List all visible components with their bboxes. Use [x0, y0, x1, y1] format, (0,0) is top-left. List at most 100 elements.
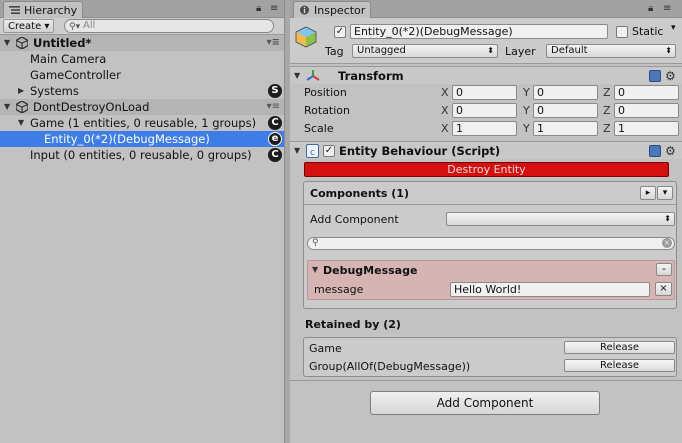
fold-arrow-icon[interactable]: ▼ — [4, 35, 10, 51]
row-label: GameController — [30, 68, 121, 82]
fold-arrow-icon[interactable]: ▼ — [294, 71, 300, 80]
retained-box: Game Release Group(AllOf(DebugMessage)) … — [303, 337, 677, 377]
fold-arrow-icon[interactable]: ▼ — [294, 146, 300, 155]
rotation-label: Rotation — [304, 104, 351, 117]
scale-z-field[interactable]: 1 — [614, 121, 679, 136]
axis-x-label: X — [441, 122, 449, 135]
rotation-x-field[interactable]: 0 — [452, 103, 517, 118]
entity-behaviour-header[interactable]: ▼ c ✓ Entity Behaviour (Script) ⚙ — [290, 141, 682, 159]
position-x-field[interactable]: 0 — [452, 85, 517, 100]
lock-icon[interactable]: 🔒︎ — [256, 3, 261, 14]
tab-inspector[interactable]: Inspector — [293, 1, 371, 18]
row-label: DontDestroyOnLoad — [33, 100, 150, 114]
row-label: Entity_0(*2)(DebugMessage) — [44, 132, 210, 146]
component-search-input[interactable]: ⚲ × — [307, 237, 675, 250]
object-name-field[interactable]: Entity_0(*2)(DebugMessage) — [350, 24, 608, 39]
axis-y-label: Y — [523, 104, 530, 117]
inspector-panel: Inspector 🔒︎ ≡ ✓ Entity_0(*2)(DebugMessa… — [290, 0, 682, 443]
search-icon: ⚲▾ — [69, 22, 81, 32]
retainer-name: Group(AllOf(DebugMessage)) — [309, 360, 471, 373]
row-label: Systems — [30, 84, 79, 98]
axis-y-label: Y — [523, 86, 530, 99]
message-label: message — [314, 283, 364, 296]
axis-z-label: Z — [603, 86, 611, 99]
tag-value: Untagged — [357, 45, 406, 56]
destroy-entity-button[interactable]: Destroy Entity — [304, 162, 669, 177]
object-header: ✓ Entity_0(*2)(DebugMessage) Static ▾ Ta… — [290, 18, 682, 64]
search-icon: ⚲ — [312, 238, 319, 248]
inspector-tabbar: Inspector 🔒︎ ≡ — [290, 0, 682, 18]
tab-hierarchy[interactable]: Hierarchy — [3, 1, 83, 18]
layer-value: Default — [551, 45, 588, 56]
help-book-icon[interactable] — [649, 145, 661, 157]
tab-menu-icon[interactable]: ≡ — [663, 3, 671, 14]
clear-search-icon[interactable]: × — [662, 238, 672, 248]
add-component-dropdown[interactable]: ⬍ — [446, 212, 675, 226]
tag-dropdown[interactable]: Untagged ⬍ — [352, 44, 498, 58]
list-item[interactable]: ▼ Game (1 entities, 0 reusable, 1 groups… — [0, 115, 284, 131]
list-item[interactable]: GameController — [0, 67, 284, 83]
gear-icon[interactable]: ⚙ — [665, 69, 676, 83]
release-button[interactable]: Release — [564, 359, 675, 372]
scene-row-dontdestroy[interactable]: ▼ DontDestroyOnLoad ▾≡ — [0, 99, 284, 115]
retained-title: Retained by (2) — [305, 318, 401, 331]
gameobject-cube-icon — [295, 26, 317, 48]
script-icon: c — [306, 144, 319, 158]
rotation-y-field[interactable]: 0 — [533, 103, 598, 118]
layer-dropdown[interactable]: Default ⬍ — [546, 44, 676, 58]
list-item[interactable]: ▶ Systems S — [0, 83, 284, 99]
transform-header[interactable]: ▼ Transform ⚙ — [290, 66, 682, 84]
enabled-checkbox[interactable]: ✓ — [323, 145, 335, 157]
tag-label: Tag — [325, 45, 344, 58]
static-dropdown-icon[interactable]: ▾ — [671, 23, 676, 33]
lock-icon[interactable]: 🔒︎ — [648, 3, 653, 14]
fold-arrow-icon[interactable]: ▼ — [18, 115, 24, 131]
list-item[interactable]: Input (0 entities, 0 reusable, 0 groups)… — [0, 147, 284, 163]
divider — [290, 380, 682, 381]
clear-field-button[interactable]: × — [655, 282, 672, 296]
svg-text:c: c — [310, 148, 315, 158]
retainer-name: Game — [309, 342, 342, 355]
add-component-button[interactable]: Add Component — [370, 391, 600, 415]
row-menu-icon[interactable]: ▾≡ — [267, 99, 280, 115]
fold-arrow-icon[interactable]: ▼ — [4, 99, 10, 115]
scale-x-field[interactable]: 1 — [452, 121, 517, 136]
info-icon — [300, 5, 309, 15]
dropdown-arrow-icon: ⬍ — [487, 46, 494, 55]
collapse-all-button[interactable]: ▾ — [657, 186, 673, 200]
transform-title: Transform — [338, 69, 404, 83]
message-field[interactable]: Hello World! — [450, 282, 650, 297]
fold-arrow-icon[interactable]: ▼ — [312, 265, 318, 274]
row-menu-icon[interactable]: ▾≡ — [267, 35, 280, 51]
tab-menu-icon[interactable]: ≡ — [270, 3, 278, 14]
hierarchy-toolbar: Create ▾ ⚲▾ All — [0, 18, 284, 35]
scale-label: Scale — [304, 122, 334, 135]
fold-arrow-icon[interactable]: ▶ — [18, 83, 24, 99]
row-label: Input (0 entities, 0 reusable, 0 groups) — [30, 148, 252, 162]
dropdown-arrow-icon: ⬍ — [664, 214, 671, 223]
scene-row-untitled[interactable]: ▼ Untitled* ▾≡ — [0, 35, 284, 51]
components-box: Components (1) ▸ ▾ Add Component ⬍ ⚲ × ▼… — [303, 181, 677, 309]
help-book-icon[interactable] — [649, 70, 661, 82]
position-y-field[interactable]: 0 — [533, 85, 598, 100]
entity-behaviour-title: Entity Behaviour (Script) — [339, 144, 501, 158]
expand-all-button[interactable]: ▸ — [640, 186, 656, 200]
row-label: Game (1 entities, 0 reusable, 1 groups) — [30, 116, 257, 130]
gear-icon[interactable]: ⚙ — [665, 144, 676, 158]
list-item-selected[interactable]: Entity_0(*2)(DebugMessage) e — [0, 131, 284, 147]
release-button[interactable]: Release — [564, 341, 675, 354]
remove-component-button[interactable]: - — [656, 263, 672, 276]
search-input[interactable]: ⚲▾ All — [64, 19, 274, 33]
static-checkbox[interactable] — [616, 26, 628, 38]
divider — [304, 204, 676, 205]
debugmessage-component: ▼ DebugMessage - message Hello World! × — [307, 260, 675, 300]
create-button[interactable]: Create ▾ — [3, 19, 55, 33]
context-badge-icon: C — [268, 148, 282, 162]
rotation-z-field[interactable]: 0 — [614, 103, 679, 118]
scale-y-field[interactable]: 1 — [533, 121, 598, 136]
active-checkbox[interactable]: ✓ — [334, 26, 346, 38]
list-item[interactable]: Main Camera — [0, 51, 284, 67]
position-z-field[interactable]: 0 — [614, 85, 679, 100]
position-label: Position — [304, 86, 347, 99]
unity-scene-icon — [16, 37, 28, 49]
